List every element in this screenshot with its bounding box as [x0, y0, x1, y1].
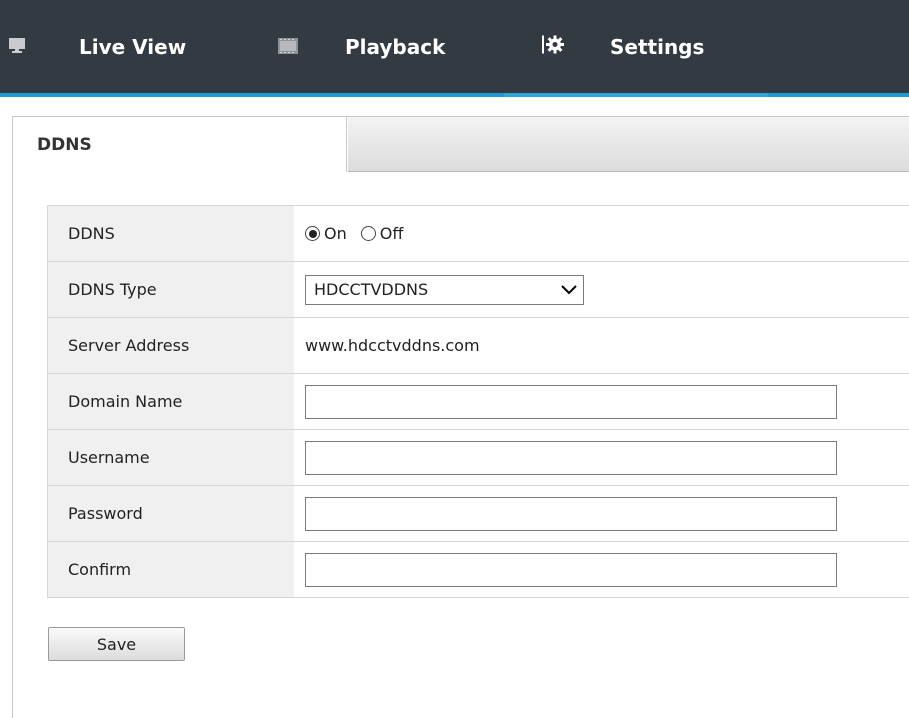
form-row-username: Username	[47, 430, 909, 486]
ddns-on-label[interactable]: On	[324, 224, 347, 243]
confirm-input[interactable]	[305, 552, 837, 587]
nav-settings-label: Settings	[610, 34, 705, 59]
chevron-down-icon	[561, 280, 577, 299]
password-label: Password	[47, 486, 294, 541]
nav-bottom-strip	[0, 93, 909, 97]
ddns-type-cell: HDCCTVDDNS	[294, 262, 909, 317]
ddns-type-selected: HDCCTVDDNS	[314, 280, 429, 299]
nav-live-view[interactable]: Live View	[0, 0, 235, 93]
gear-icon	[542, 33, 564, 60]
ddns-type-select[interactable]: HDCCTVDDNS	[305, 274, 584, 305]
form-row-ddns: DDNS On Off	[47, 205, 909, 262]
tab-ddns[interactable]: DDNS	[13, 117, 347, 172]
top-navigation-bar: Live View Playback Settings	[0, 0, 909, 97]
form-row-password: Password	[47, 486, 909, 542]
ddns-off-radio[interactable]	[360, 226, 376, 241]
nav-playback-label: Playback	[345, 34, 446, 59]
confirm-label: Confirm	[47, 542, 294, 597]
server-address-value: www.hdcctvddns.com	[305, 336, 480, 355]
domain-name-label: Domain Name	[47, 374, 294, 429]
save-button[interactable]: Save	[48, 627, 185, 661]
username-input[interactable]	[305, 440, 837, 475]
domain-name-input[interactable]	[305, 384, 837, 419]
domain-name-cell	[294, 374, 909, 429]
form-row-ddns-type: DDNS Type HDCCTVDDNS	[47, 262, 909, 318]
password-cell	[294, 486, 909, 541]
nav-live-view-label: Live View	[79, 34, 187, 59]
monitor-icon	[8, 35, 26, 59]
server-address-label: Server Address	[47, 318, 294, 373]
form-row-server-address: Server Address www.hdcctvddns.com	[47, 318, 909, 374]
nav-settings[interactable]: Settings	[504, 0, 768, 97]
username-cell	[294, 430, 909, 485]
active-tab-underline	[504, 93, 768, 97]
ddns-type-label: DDNS Type	[47, 262, 294, 317]
nav-playback[interactable]: Playback	[270, 0, 490, 93]
ddns-label: DDNS	[47, 206, 294, 261]
ddns-form: DDNS On Off DDNS Type HDCCTVDDNS Server …	[47, 205, 909, 598]
sub-tab-bar: DDNS	[13, 117, 909, 172]
form-row-domain-name: Domain Name	[47, 374, 909, 430]
username-label: Username	[47, 430, 294, 485]
password-input[interactable]	[305, 496, 837, 531]
confirm-cell	[294, 542, 909, 597]
ddns-off-label[interactable]: Off	[380, 224, 404, 243]
ddns-on-radio[interactable]	[305, 226, 320, 241]
form-row-confirm: Confirm	[47, 542, 909, 598]
ddns-radio-group: On Off	[294, 206, 909, 261]
tab-bar-background	[348, 117, 909, 172]
film-icon	[278, 35, 298, 59]
